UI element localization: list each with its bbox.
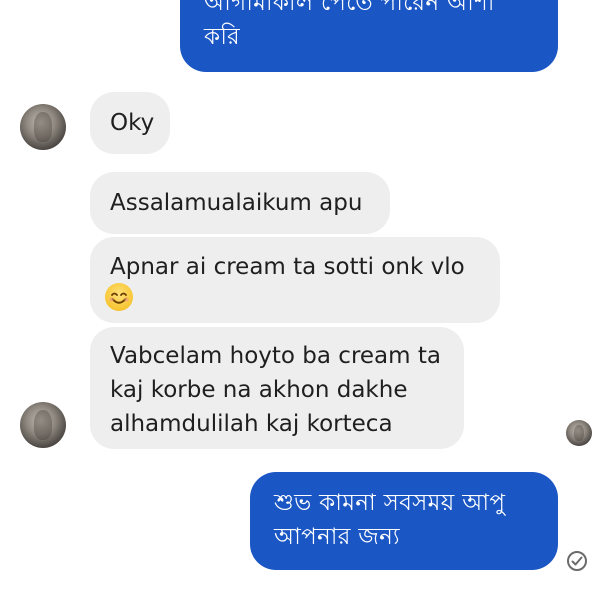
outgoing-message[interactable]: শুভ কামনা সবসময় আপু আপনার জন্য [250, 472, 558, 570]
outgoing-message[interactable]: আগামীকাল পেতে পারেন আশা করি [180, 0, 558, 72]
smiling-face-emoji [105, 283, 133, 311]
message-text-line: Assalamualaikum apu [110, 190, 363, 216]
contact-avatar[interactable] [20, 104, 66, 150]
incoming-message[interactable]: Apnar ai cream ta sotti onk vlo [90, 237, 500, 323]
seen-avatar [566, 420, 592, 446]
message-text-line: kaj korbe na akhon dakhe [110, 377, 408, 403]
incoming-message[interactable]: Vabcelam hoyto ba cream ta kaj korbe na … [90, 327, 464, 449]
chat-thread: আগামীকাল পেতে পারেন আশা করি Oky Assalamu… [0, 0, 600, 600]
message-text-line: Oky [110, 110, 155, 136]
message-text-line: করি [204, 24, 240, 50]
incoming-message[interactable]: Assalamualaikum apu [90, 172, 390, 234]
message-text-line: Vabcelam hoyto ba cream ta [110, 343, 441, 369]
message-text-line: alhamdulilah kaj korteca [110, 411, 393, 437]
message-text-line: Apnar ai cream ta sotti onk vlo [110, 254, 465, 280]
message-text-line: শুভ কামনা সবসময় আপু [274, 490, 506, 516]
incoming-message[interactable]: Oky [90, 92, 170, 154]
seen-check-icon [567, 551, 587, 571]
message-text-line: আগামীকাল পেতে পারেন আশা [204, 0, 495, 16]
message-text-line: আপনার জন্য [274, 524, 400, 550]
contact-avatar[interactable] [20, 402, 66, 448]
